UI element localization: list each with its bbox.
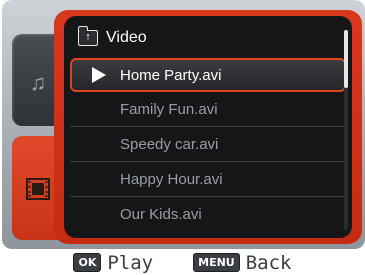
file-name: Our Kids.avi [120, 206, 202, 223]
ok-key-icon: OK [73, 253, 102, 272]
file-name: Speedy car.avi [120, 135, 219, 153]
file-list-area: ↑ Video Home Party.avi Family Fun.avi Sp… [64, 16, 352, 238]
file-list: Home Party.avi Family Fun.avi Speedy car… [70, 58, 346, 232]
scrollbar[interactable] [344, 30, 348, 230]
file-name: Happy Hour.avi [120, 170, 223, 188]
file-row[interactable]: Our Kids.avi [70, 197, 346, 232]
folder-up-icon: ↑ [77, 26, 98, 46]
play-arrow-icon [92, 67, 106, 83]
file-row[interactable]: Family Fun.avi [70, 92, 346, 127]
scrollbar-thumb[interactable] [344, 30, 348, 88]
hint-menu: MENU Back [193, 251, 292, 274]
device-screen: ♫ ↑ Video Home Party.avi Family Fun.avi … [2, 0, 365, 249]
file-row[interactable]: Happy Hour.avi [70, 162, 346, 197]
file-name: Family Fun.avi [120, 100, 218, 118]
hint-ok: OK Play [73, 252, 153, 274]
file-browser-panel: ↑ Video Home Party.avi Family Fun.avi Sp… [54, 10, 362, 244]
button-hints: OK Play MENU Back [0, 250, 365, 275]
file-row[interactable]: Speedy car.avi [70, 127, 346, 162]
folder-header[interactable]: ↑ Video [77, 26, 147, 50]
file-row-selected[interactable]: Home Party.avi [70, 58, 346, 92]
file-name: Home Party.avi [120, 66, 222, 84]
folder-name: Video [106, 29, 147, 46]
hint-menu-label: Back [245, 251, 292, 274]
menu-key-icon: MENU [193, 253, 240, 272]
hint-ok-label: Play [107, 251, 154, 274]
